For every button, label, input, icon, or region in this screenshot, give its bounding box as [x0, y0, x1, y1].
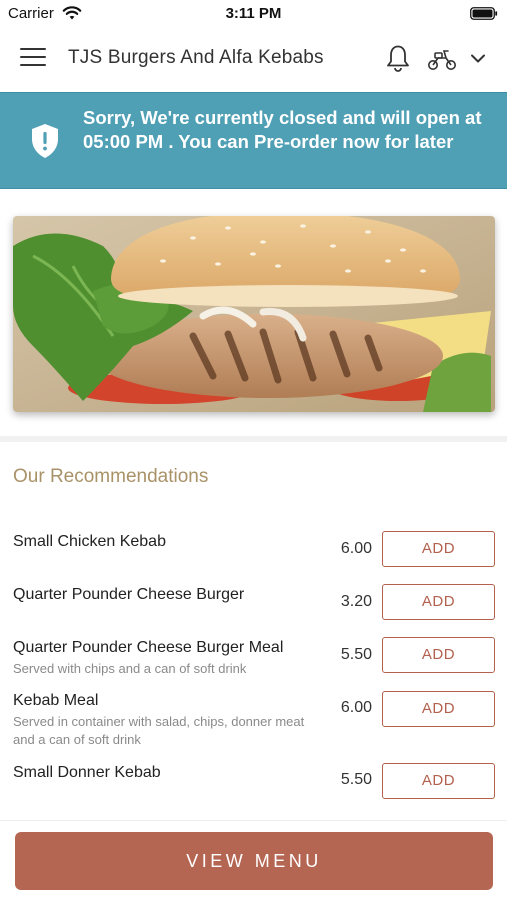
- item-description: Served in container with salad, chips, d…: [13, 714, 305, 747]
- battery-icon: [470, 7, 498, 20]
- bell-icon[interactable]: [385, 44, 411, 72]
- item-name: Small Chicken Kebab: [13, 533, 166, 550]
- shield-alert-icon: [32, 124, 58, 158]
- menu-icon[interactable]: [20, 48, 46, 70]
- status-bar: Carrier 3:11 PM: [0, 0, 507, 28]
- item-name: Quarter Pounder Cheese Burger: [13, 586, 245, 603]
- chevron-down-icon[interactable]: [469, 49, 487, 67]
- hero-burger-image: [13, 216, 495, 412]
- closed-notice-text: Sorry, We're currently closed and will o…: [83, 107, 482, 152]
- nav-bar: TJS Burgers And Alfa Kebabs: [0, 28, 507, 92]
- add-button[interactable]: ADD: [382, 637, 495, 673]
- add-button[interactable]: ADD: [382, 691, 495, 727]
- item-price: 5.50: [340, 771, 372, 788]
- burger-illustration: [13, 216, 495, 412]
- add-button[interactable]: ADD: [382, 584, 495, 620]
- clock-label: 3:11 PM: [225, 5, 282, 22]
- add-button[interactable]: ADD: [382, 763, 495, 799]
- item-price: 3.20: [340, 593, 372, 610]
- restaurant-title: TJS Burgers And Alfa Kebabs: [68, 47, 324, 68]
- section-divider: [0, 436, 507, 442]
- recommendations-title: Our Recommendations: [13, 466, 209, 487]
- item-price: 5.50: [340, 646, 372, 663]
- item-description: Served with chips and a can of soft drin…: [13, 661, 247, 676]
- item-name: Quarter Pounder Cheese Burger Meal: [13, 639, 284, 656]
- scooter-icon[interactable]: [426, 46, 458, 72]
- closed-notice-banner: Sorry, We're currently closed and will o…: [0, 92, 507, 189]
- item-name: Kebab Meal: [13, 692, 99, 709]
- view-menu-button[interactable]: VIEW MENU: [15, 832, 493, 890]
- item-price: 6.00: [340, 699, 372, 716]
- add-button[interactable]: ADD: [382, 531, 495, 567]
- footer-divider: [0, 820, 507, 821]
- item-name: Small Donner Kebab: [13, 764, 161, 781]
- item-price: 6.00: [340, 540, 372, 557]
